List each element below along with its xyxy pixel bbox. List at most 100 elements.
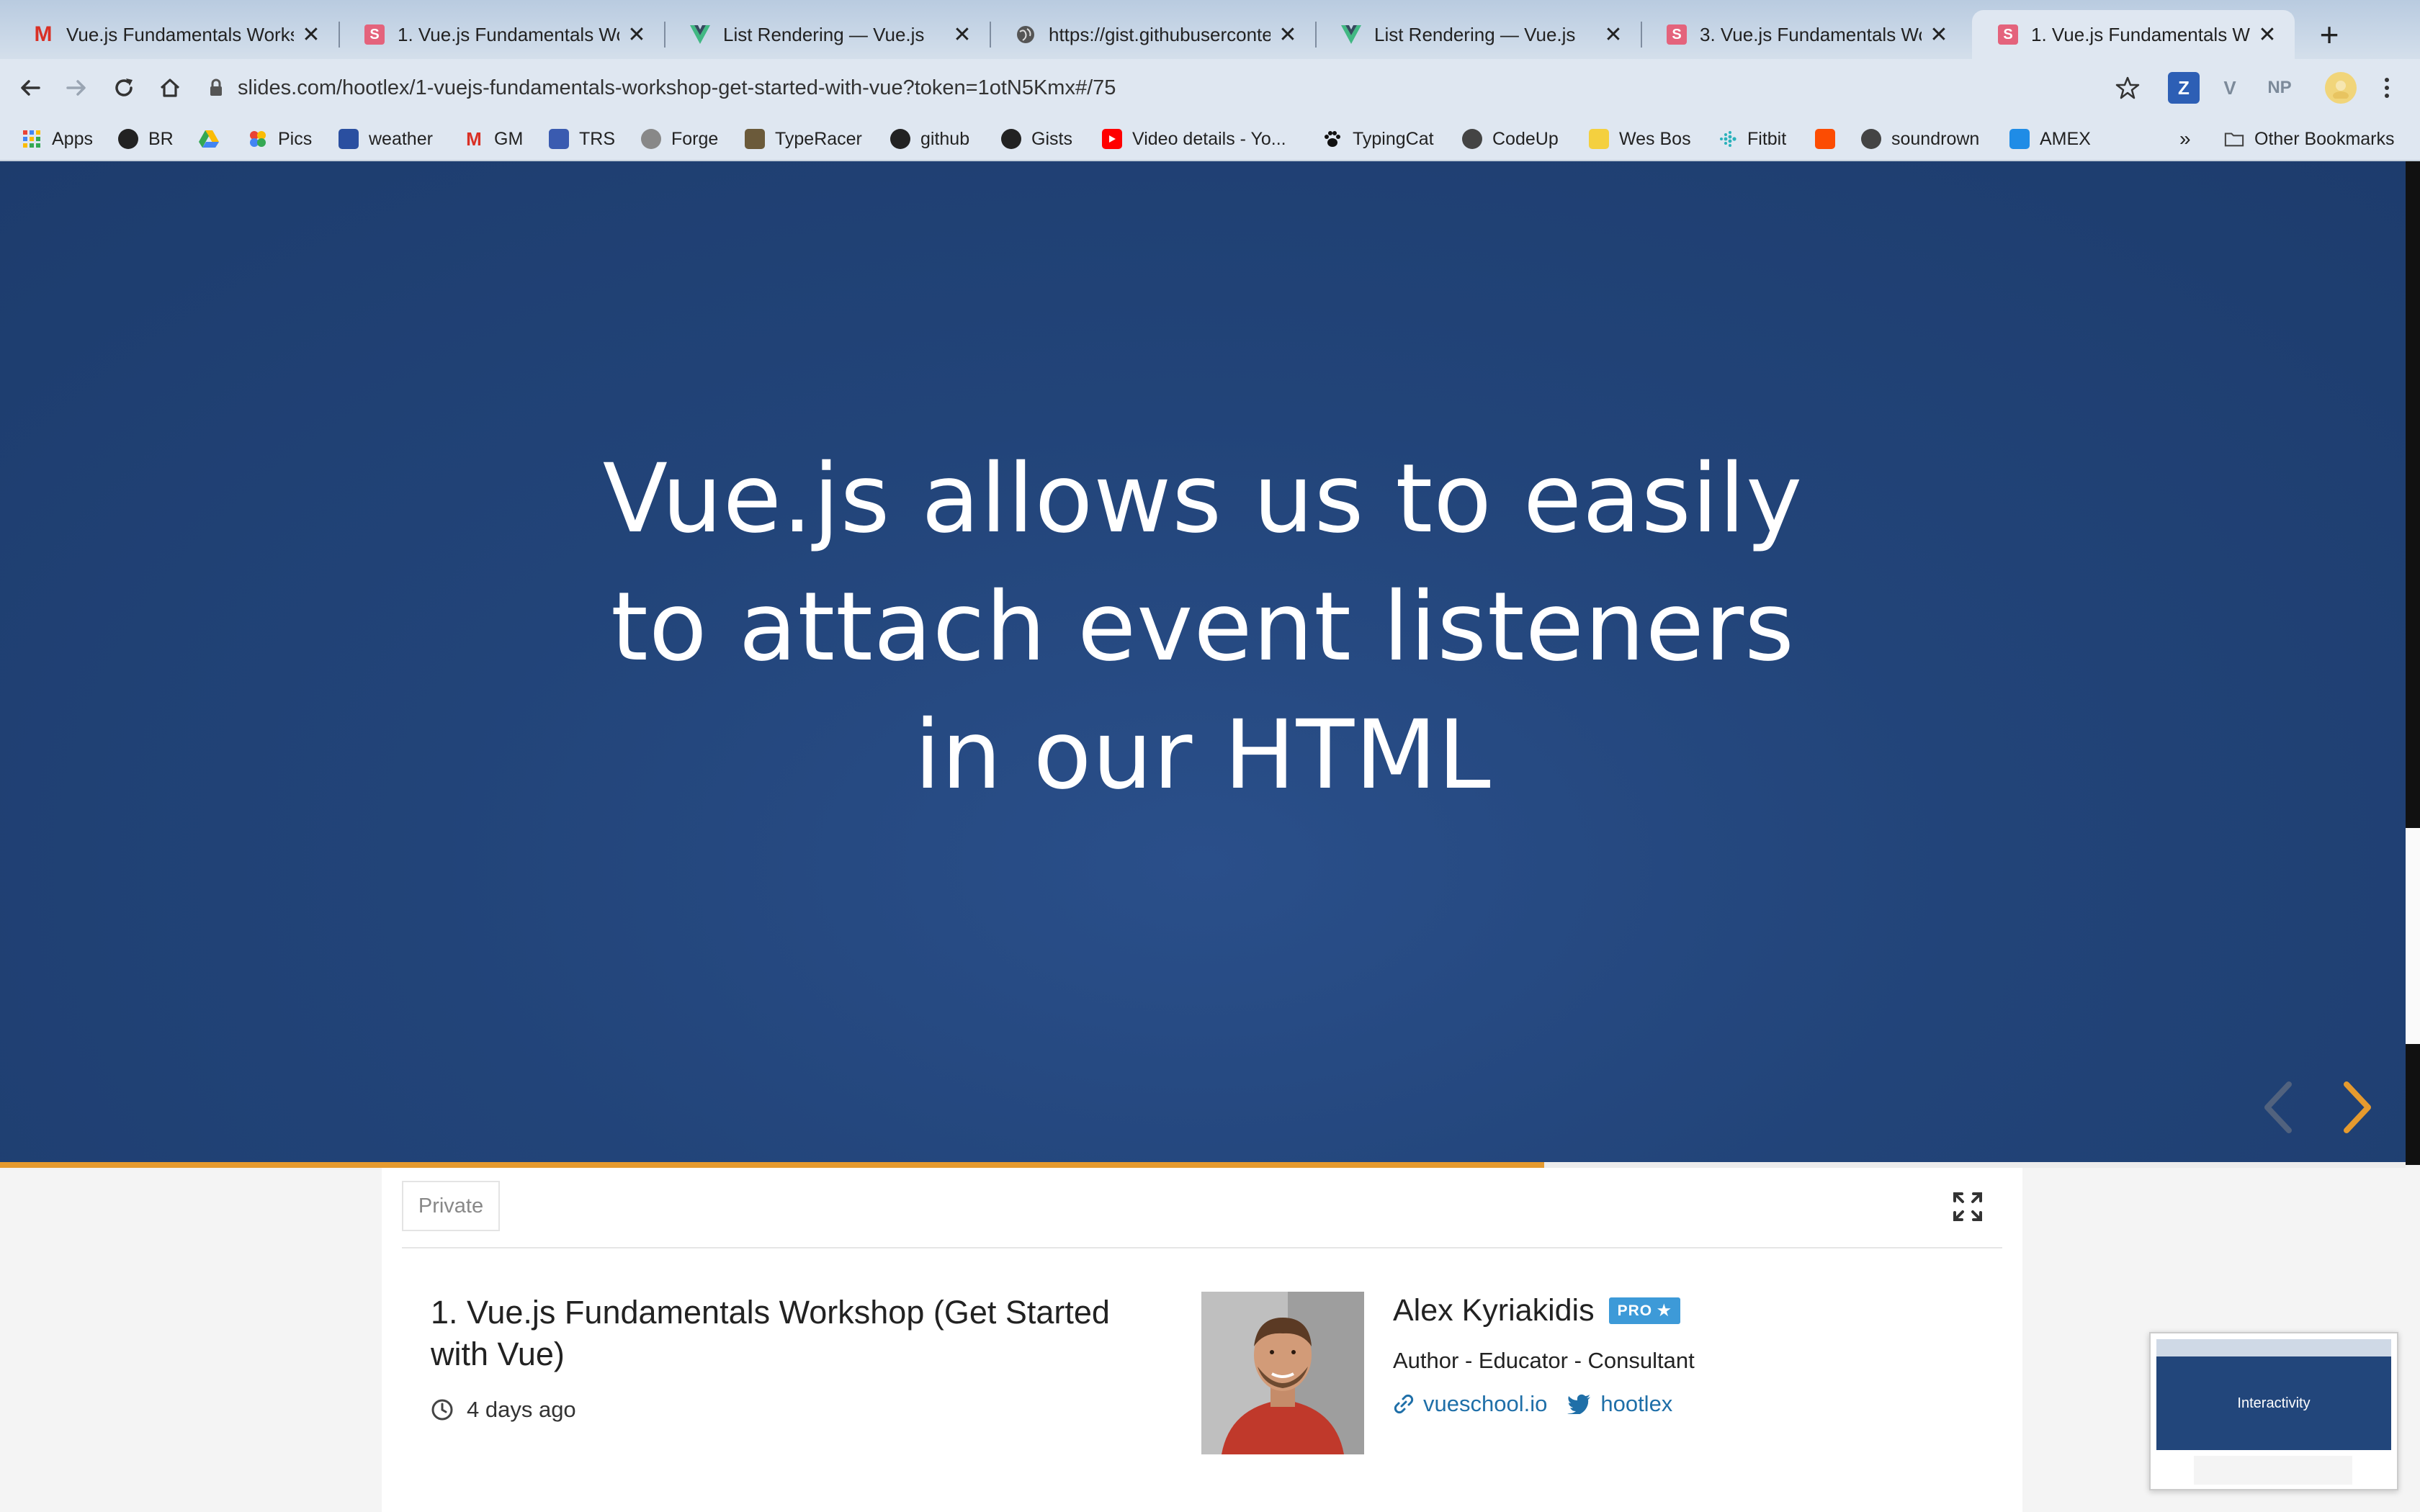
bookmark-typingcat[interactable]: TypingCat [1322, 125, 1434, 153]
new-tab-button[interactable]: + [2312, 17, 2347, 52]
tab[interactable]: S 3. Vue.js Fundamentals Work ✕ [1641, 10, 1966, 59]
pro-badge: PRO ★ [1608, 1297, 1680, 1324]
bookmarks-overflow-button[interactable]: » [2179, 125, 2191, 153]
deck-timestamp: 4 days ago [431, 1397, 576, 1423]
bookmark-soundrown[interactable]: soundrown [1861, 125, 1979, 153]
previous-slide-button[interactable] [2256, 1079, 2299, 1136]
presentation-slide[interactable]: Vue.js allows us to easily to attach eve… [0, 161, 2406, 1165]
deck-title: 1. Vue.js Fundamentals Workshop (Get Sta… [431, 1294, 1110, 1372]
bookmark-label: Gists [1031, 128, 1072, 149]
bookmark-trs[interactable]: TRS [549, 125, 615, 153]
bookmark-github[interactable]: github [890, 125, 969, 153]
bookmark-star-button[interactable] [2109, 69, 2146, 107]
home-button[interactable] [151, 69, 189, 107]
star-icon [2115, 76, 2140, 99]
other-bookmarks-label: Other Bookmarks [2254, 128, 2395, 149]
bookmark-drive[interactable] [199, 125, 229, 153]
back-arrow-icon [21, 80, 40, 96]
tab-title: 1. Vue.js Fundamentals Work [2031, 23, 2250, 45]
website-link[interactable]: vueschool.io [1393, 1391, 1547, 1417]
bookmark-br[interactable]: BR [118, 125, 174, 153]
close-tab-icon[interactable]: ✕ [627, 22, 647, 48]
github-icon [118, 129, 138, 149]
tab-title: List Rendering — Vue.js [1374, 23, 1576, 45]
tab[interactable]: List Rendering — Vue.js ✕ [1315, 10, 1641, 59]
reload-icon [115, 78, 133, 96]
close-tab-icon[interactable]: ✕ [952, 22, 972, 48]
author-links: vueschool.io hootlex [1393, 1391, 1672, 1417]
github-icon [1001, 129, 1021, 149]
link-icon [1394, 1394, 1414, 1414]
tab-title: 3. Vue.js Fundamentals Work [1700, 23, 1922, 45]
bookmark-label: TypingCat [1353, 128, 1434, 149]
bookmark-weather[interactable]: weather [339, 125, 433, 153]
bookmark-gists[interactable]: Gists [1001, 125, 1072, 153]
bookmark-wes-bos[interactable]: Wes Bos [1589, 125, 1691, 153]
tab-title: Vue.js Fundamentals Worksh [66, 23, 294, 45]
reload-button[interactable] [105, 69, 143, 107]
bookmark-label: CodeUp [1492, 128, 1559, 149]
bookmark-strava[interactable] [1815, 125, 1845, 153]
bookmark-amex[interactable]: AMEX [2009, 125, 2091, 153]
picture-in-picture-preview[interactable]: Interactivity [2149, 1332, 2398, 1490]
slides-icon: S [1667, 24, 1687, 45]
tab[interactable]: S 1. Vue.js Fundamentals Work ✕ [339, 10, 664, 59]
url-text[interactable]: slides.com/hootlex/1-vuejs-fundamentals-… [238, 76, 1116, 100]
twitter-icon [1567, 1394, 1591, 1414]
bookmark-gm[interactable]: M GM [464, 125, 523, 153]
slide-progress-bar [0, 1162, 2406, 1168]
author-avatar[interactable] [1201, 1292, 1364, 1454]
avatar-icon[interactable] [2325, 72, 2357, 104]
trs-icon [549, 129, 569, 149]
zotero-extension-icon[interactable]: Z [2168, 72, 2200, 104]
bookmarks-bar: Apps BR Pics weather M GM TRS Forge Type… [0, 117, 2420, 161]
twitter-link[interactable]: hootlex [1567, 1391, 1672, 1417]
preview-browser-bar [2156, 1339, 2391, 1356]
apps-grid-icon [22, 129, 42, 149]
tab[interactable]: List Rendering — Vue.js ✕ [664, 10, 990, 59]
bookmark-fitbit[interactable]: Fitbit [1717, 125, 1786, 153]
bookmark-label: Video details - Yo... [1132, 128, 1286, 149]
fullscreen-button[interactable] [1952, 1191, 1984, 1223]
bookmark-forge[interactable]: Forge [641, 125, 718, 153]
bookmark-typeracer[interactable]: TypeRacer [745, 125, 862, 153]
bookmark-video-details[interactable]: Video details - Yo... [1102, 125, 1286, 153]
bookmark-label: Wes Bos [1619, 128, 1691, 149]
other-bookmarks[interactable]: Other Bookmarks [2224, 125, 2395, 153]
close-tab-icon[interactable]: ✕ [1603, 22, 1623, 48]
forward-button[interactable] [58, 69, 95, 107]
bookmark-apps[interactable]: Apps [22, 125, 93, 153]
google-photos-icon [248, 129, 268, 149]
bookmark-label: BR [148, 128, 174, 149]
tab[interactable]: M Vue.js Fundamentals Worksh ✕ [7, 10, 339, 59]
back-button[interactable] [12, 69, 49, 107]
typeracer-icon [745, 129, 765, 149]
next-slide-button[interactable] [2336, 1079, 2380, 1136]
tab[interactable]: https://gist.githubuserconte ✕ [990, 10, 1315, 59]
bookmark-codeup[interactable]: CodeUp [1462, 125, 1559, 153]
vue-devtools-extension-icon[interactable]: V [2214, 72, 2246, 104]
deck-info-panel: Private 1. Vue.js Fundamentals Workshop … [382, 1168, 2022, 1512]
close-tab-icon[interactable]: ✕ [1278, 22, 1298, 48]
tab-strip: M Vue.js Fundamentals Worksh ✕ S 1. Vue.… [0, 0, 2420, 59]
menu-button[interactable] [2368, 69, 2406, 107]
tab-active[interactable]: S 1. Vue.js Fundamentals Work ✕ [1972, 10, 2295, 59]
close-tab-icon[interactable]: ✕ [2257, 22, 2277, 48]
website-label: vueschool.io [1423, 1391, 1548, 1416]
np-extension-icon[interactable]: NP [2260, 72, 2299, 104]
bookmark-label: TRS [579, 128, 615, 149]
youtube-icon [1102, 129, 1122, 149]
fitbit-icon [1717, 129, 1737, 149]
vue-icon [1341, 24, 1361, 45]
author-name[interactable]: Alex Kyriakidis [1393, 1293, 1595, 1328]
bookmark-pics[interactable]: Pics [248, 125, 312, 153]
close-tab-icon[interactable]: ✕ [1929, 22, 1949, 48]
close-tab-icon[interactable]: ✕ [301, 22, 321, 48]
bookmark-label: AMEX [2040, 128, 2091, 149]
scrollbar-thumb[interactable] [2406, 828, 2420, 1044]
slide-heading-line: Vue.js allows us to easily [602, 444, 1803, 554]
vue-icon [690, 24, 710, 45]
bookmark-label: TypeRacer [775, 128, 862, 149]
address-bar[interactable]: slides.com/hootlex/1-vuejs-fundamentals-… [209, 65, 2154, 111]
lock-icon [210, 78, 222, 96]
